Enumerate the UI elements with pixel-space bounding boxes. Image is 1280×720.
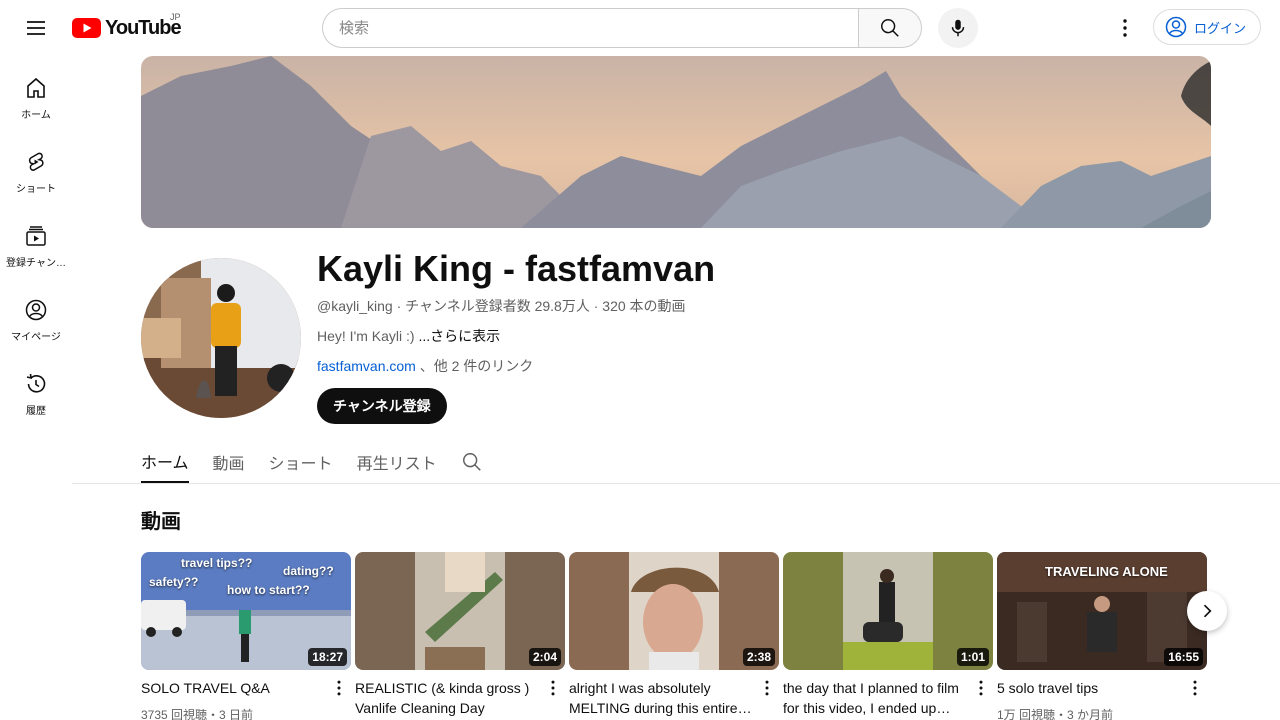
tab-shorts[interactable]: ショート xyxy=(269,440,333,483)
tab-videos[interactable]: 動画 xyxy=(213,440,245,483)
thumbnail-caption: how to start?? xyxy=(227,583,310,597)
video-shelf: travel tips?? dating?? safety?? how to s… xyxy=(141,552,1211,720)
tab-home[interactable]: ホーム xyxy=(141,440,189,483)
video-title[interactable]: 5 solo travel tips xyxy=(997,678,1183,698)
channel-meta: @kayli_king · チャンネル登録者数 29.8万人 · 320 本の動… xyxy=(317,298,686,314)
sidebar: ホーム ショート 登録チャン… マイページ 履歴 xyxy=(0,56,72,426)
search-input[interactable] xyxy=(322,8,858,48)
more-vert-icon xyxy=(551,680,555,696)
video-menu-button[interactable] xyxy=(755,676,779,700)
description-more-link[interactable]: ...さらに表示 xyxy=(418,328,500,344)
more-vert-icon xyxy=(765,680,769,696)
video-meta: 3735 回視聴・3 日前 xyxy=(141,708,254,720)
home-icon xyxy=(27,77,45,98)
menu-button[interactable] xyxy=(16,8,56,48)
section-title: 動画 xyxy=(141,511,181,533)
channel-search-button[interactable] xyxy=(461,440,483,483)
video-card: 2:38 alright I was absolutely MELTING du… xyxy=(569,552,779,716)
channel-avatar xyxy=(141,258,301,418)
video-thumbnail[interactable]: 2:38 xyxy=(569,552,779,670)
video-title[interactable]: REALISTIC (& kinda gross ) Vanlife Clean… xyxy=(355,678,541,718)
video-thumbnail[interactable]: travel tips?? dating?? safety?? how to s… xyxy=(141,552,351,670)
sidebar-item-label: 登録チャン… xyxy=(6,258,66,269)
search-box xyxy=(322,8,922,48)
video-title[interactable]: alright I was absolutely MELTING during … xyxy=(569,678,755,718)
subscribe-button[interactable]: チャンネル登録 xyxy=(317,388,447,424)
video-title[interactable]: SOLO TRAVEL Q&A xyxy=(141,678,327,698)
tab-playlists[interactable]: 再生リスト xyxy=(357,440,437,483)
history-icon xyxy=(26,373,46,393)
microphone-icon xyxy=(951,19,965,37)
search-icon xyxy=(462,452,481,471)
video-thumbnail[interactable]: TRAVELING ALONE 16:55 xyxy=(997,552,1207,670)
more-vert-icon xyxy=(1123,19,1127,37)
chevron-right-icon xyxy=(1203,604,1212,618)
sidebar-item-subscriptions[interactable]: 登録チャン… xyxy=(0,204,72,278)
shelf-next-button[interactable] xyxy=(1187,591,1227,631)
thumbnail-caption: TRAVELING ALONE xyxy=(1045,564,1168,579)
youtube-logo[interactable]: YouTube JP xyxy=(72,12,182,39)
youtube-play-icon xyxy=(72,18,101,38)
more-vert-icon xyxy=(1193,680,1197,696)
sidebar-item-history[interactable]: 履歴 xyxy=(0,352,72,426)
video-menu-button[interactable] xyxy=(969,676,993,700)
video-duration: 18:27 xyxy=(308,648,347,666)
login-button[interactable]: ログイン xyxy=(1153,9,1262,45)
tabs-divider xyxy=(72,483,1280,484)
video-thumbnail[interactable]: 1:01 xyxy=(783,552,993,670)
video-card: 2:04 REALISTIC (& kinda gross ) Vanlife … xyxy=(355,552,565,716)
video-menu-button[interactable] xyxy=(1183,676,1207,700)
account-circle-icon xyxy=(1165,16,1187,38)
thumbnail-caption: travel tips?? xyxy=(181,556,253,570)
channel-tabs: ホーム 動画 ショート 再生リスト xyxy=(141,440,483,484)
settings-menu-button[interactable] xyxy=(1105,8,1145,48)
subscriptions-icon xyxy=(26,226,46,246)
video-menu-button[interactable] xyxy=(327,676,351,700)
video-duration: 16:55 xyxy=(1164,648,1203,666)
more-vert-icon xyxy=(337,680,341,696)
voice-search-button[interactable] xyxy=(938,8,978,48)
more-links-text[interactable]: 、他 2 件のリンク xyxy=(416,358,534,374)
video-meta: 1万 回視聴・3 か月前 xyxy=(997,708,1114,720)
video-card: 1:01 the day that I planned to film for … xyxy=(783,552,993,716)
sidebar-item-you[interactable]: マイページ xyxy=(0,278,72,352)
more-vert-icon xyxy=(979,680,983,696)
sidebar-item-label: ショート xyxy=(16,184,56,195)
thumbnail-caption: safety?? xyxy=(149,575,199,589)
video-card: TRAVELING ALONE 16:55 5 solo travel tips… xyxy=(997,552,1207,720)
channel-links: fastfamvan.com 、他 2 件のリンク xyxy=(317,356,533,376)
sidebar-item-label: マイページ xyxy=(11,332,61,343)
sidebar-item-label: ホーム xyxy=(21,110,51,121)
top-bar: YouTube JP ログイン xyxy=(0,0,1280,56)
video-duration: 2:04 xyxy=(528,648,561,666)
channel-description: Hey! I'm Kayli :) ...さらに表示 xyxy=(317,326,500,346)
account-icon xyxy=(25,299,47,321)
shorts-icon xyxy=(28,152,44,171)
description-text: Hey! I'm Kayli :) xyxy=(317,328,419,344)
search-icon xyxy=(881,19,899,37)
logo-region: JP xyxy=(170,12,181,22)
login-label: ログイン xyxy=(1194,20,1247,36)
video-thumbnail[interactable]: 2:04 xyxy=(355,552,565,670)
thumbnail-caption: dating?? xyxy=(283,564,334,578)
channel-banner xyxy=(141,56,1211,228)
video-duration: 1:01 xyxy=(956,648,989,666)
sidebar-item-shorts[interactable]: ショート xyxy=(0,130,72,204)
sidebar-item-home[interactable]: ホーム xyxy=(0,56,72,130)
channel-name: Kayli King - fastfamvan xyxy=(317,248,716,289)
hamburger-icon xyxy=(27,21,45,35)
video-duration: 2:38 xyxy=(742,648,775,666)
video-card: travel tips?? dating?? safety?? how to s… xyxy=(141,552,351,720)
sidebar-item-label: 履歴 xyxy=(26,406,46,417)
channel-website-link[interactable]: fastfamvan.com xyxy=(317,358,416,374)
search-button[interactable] xyxy=(858,8,922,48)
video-title[interactable]: the day that I planned to film for this … xyxy=(783,678,969,718)
video-menu-button[interactable] xyxy=(541,676,565,700)
